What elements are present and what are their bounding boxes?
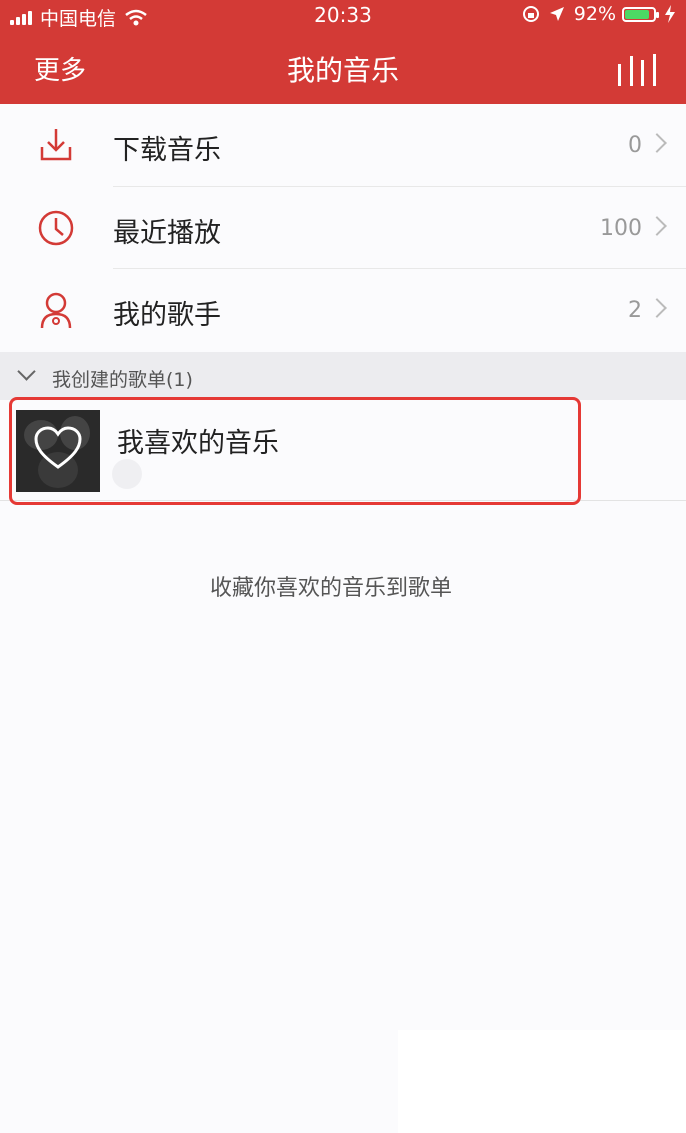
menu-item-label: 下载音乐 [113,135,221,166]
location-icon [549,7,564,21]
nav-bar: 更多 我的音乐 [0,32,686,104]
menu-item-singers[interactable]: 我的歌手 2 [0,269,686,351]
singer-icon [40,292,72,329]
corner-mask [398,1030,686,1133]
battery-percent: 92% [573,3,616,25]
screen: 中国电信 20:33 92% 更多 我的音乐 下载音乐 0 最近播放 100 我… [0,0,686,1133]
clock-icon [38,210,74,246]
menu-item-recent[interactable]: 最近播放 100 [0,187,686,269]
menu-item-label: 我的歌手 [113,300,221,331]
battery-icon [622,6,659,22]
page-title: 我的音乐 [286,54,399,87]
chevron-right-icon [647,133,667,153]
menu-item-label: 最近播放 [113,218,221,249]
download-icon [40,129,72,161]
status-bar: 中国电信 20:33 92% [0,0,686,32]
menu-item-count: 100 [600,216,642,241]
highlight-annotation [9,397,581,505]
section-title: 我创建的歌单(1) [52,369,193,391]
empty-hint: 收藏你喜欢的音乐到歌单 [209,576,452,601]
menu-item-download[interactable]: 下载音乐 0 [0,104,686,186]
charging-icon [665,5,675,23]
chevron-down-icon [17,362,36,381]
status-right: 92% [522,3,676,25]
created-playlists-header[interactable]: 我创建的歌单(1) [0,352,686,400]
chevron-right-icon [647,298,667,318]
rotation-lock-icon [522,6,539,22]
equalizer-icon[interactable] [618,54,656,86]
chevron-right-icon [647,216,667,236]
menu-item-count: 2 [628,298,642,323]
menu-item-count: 0 [628,133,642,158]
